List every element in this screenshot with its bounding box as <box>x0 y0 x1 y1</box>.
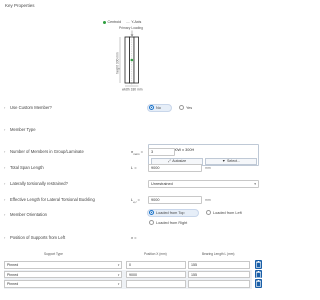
width-label: width 180 mm <box>122 88 143 92</box>
delete-row-button[interactable] <box>255 269 262 278</box>
field-label: Effective Length for Lateral Torsional B… <box>10 196 95 202</box>
field-label: Number of Members in Group/Laminate <box>10 148 84 154</box>
span-length-input[interactable]: 9000 <box>148 164 202 172</box>
position-input[interactable] <box>126 280 186 288</box>
bearing-length-input[interactable] <box>188 280 250 288</box>
symbol: Le,t = <box>131 196 140 204</box>
number-of-members-input[interactable]: 3 <box>148 148 175 156</box>
radio-custom-yes[interactable]: Yes <box>179 105 192 110</box>
row-effective-length: › Effective Length for Lateral Torsional… <box>0 195 265 205</box>
chevron-down-icon: ▾ <box>117 282 120 287</box>
bearing-length-input[interactable]: 155 <box>188 261 250 269</box>
radio-circle-icon[interactable] <box>179 105 184 110</box>
unit-label: mm <box>205 166 211 170</box>
section-diagram: Primary Loading height 300 mm width 180 … <box>116 26 144 92</box>
row-number-of-members: › Number of Members in Group/Laminate nm… <box>0 147 265 157</box>
symbol: L = <box>131 164 137 170</box>
radio-custom-no[interactable]: No <box>149 105 161 110</box>
field-label: Laterally torsionally restrained? <box>10 180 68 186</box>
radio-label: Loaded from Right <box>156 220 188 225</box>
primary-loading-label: Primary Loading <box>119 26 143 30</box>
row-use-custom-member: › Use Custom Member? <box>0 103 265 113</box>
field-label: Use Custom Member? <box>10 104 52 110</box>
table-row: Pinned ▾ 0 155 <box>4 260 252 270</box>
centroid-marker <box>130 58 134 62</box>
radio-label: No <box>156 105 161 110</box>
trash-icon <box>256 261 261 268</box>
chevron-right-icon: › <box>4 105 6 110</box>
chevron-right-icon: › <box>4 181 6 186</box>
table-row: Pinned ▾ 9000 155 <box>4 269 252 279</box>
cell-value: Pinned <box>7 282 19 287</box>
row-member-type: › Member Type <box>0 125 265 135</box>
radio-loaded-from-left[interactable]: Loaded from Left <box>206 210 242 215</box>
field-label: Member Orientation <box>10 211 48 217</box>
position-input[interactable]: 9000 <box>126 270 186 278</box>
bearing-length-input[interactable]: 155 <box>188 270 250 278</box>
symbol: nmem = <box>131 148 143 156</box>
field-label: Member Type <box>10 126 36 132</box>
column-header: Bearing Length L (mm) <box>202 252 235 256</box>
row-supports-position: › Position of Supports from Left x = <box>0 233 265 243</box>
cell-value: Pinned <box>7 263 19 268</box>
trash-icon <box>256 270 261 278</box>
support-type-select[interactable]: Pinned ▾ <box>4 270 122 278</box>
page-title: Key Properties <box>5 3 35 8</box>
unit-label: mm <box>205 198 211 202</box>
radio-loaded-from-top[interactable]: Loaded from Top <box>149 210 184 215</box>
column-header: Position X (mm) <box>144 252 167 256</box>
radio-circle-icon[interactable] <box>149 210 154 215</box>
field-label: Total Span Length <box>10 164 44 170</box>
table-row: Pinned ▾ <box>4 279 252 289</box>
chevron-right-icon: › <box>4 165 6 170</box>
support-type-select[interactable]: Pinned ▾ <box>4 280 122 288</box>
chevron-right-icon: › <box>4 212 6 217</box>
position-input[interactable]: 0 <box>126 261 186 269</box>
radio-circle-icon[interactable] <box>149 220 154 225</box>
support-type-select[interactable]: Pinned ▾ <box>4 261 122 269</box>
lateral-restraint-select[interactable]: Unrestrained ▾ <box>148 179 259 188</box>
cell-value: Pinned <box>7 272 19 277</box>
lamination-1 <box>124 36 130 84</box>
select-value: Unrestrained <box>151 182 173 187</box>
chevron-down-icon: ▾ <box>117 263 120 268</box>
chevron-down-icon: ▾ <box>254 181 256 186</box>
radio-label: Loaded from Top <box>156 210 185 215</box>
height-label: height 300 mm <box>116 52 120 74</box>
field-label: Position of Supports from Left <box>10 234 66 240</box>
chevron-down-icon: ▾ <box>117 272 120 277</box>
radio-loaded-from-right[interactable]: Loaded from Right <box>149 220 187 225</box>
chevron-right-icon: › <box>4 235 6 240</box>
symbol: x = <box>131 234 137 240</box>
radio-circle-icon[interactable] <box>149 105 154 110</box>
radio-circle-icon[interactable] <box>206 210 211 215</box>
trash-icon <box>256 280 261 287</box>
delete-row-button[interactable] <box>255 260 262 269</box>
chevron-right-icon: › <box>4 197 6 202</box>
chevron-right-icon: › <box>4 149 6 154</box>
column-header: Support Type <box>44 252 63 256</box>
effective-length-input[interactable]: 9000 <box>148 196 202 204</box>
radio-label: Yes <box>186 105 193 110</box>
row-total-span-length: › Total Span Length L = <box>0 163 265 173</box>
delete-row-button[interactable] <box>255 279 262 288</box>
lamination-3 <box>133 36 139 84</box>
chevron-right-icon: › <box>4 127 6 132</box>
radio-label: Loaded from Left <box>213 210 242 215</box>
